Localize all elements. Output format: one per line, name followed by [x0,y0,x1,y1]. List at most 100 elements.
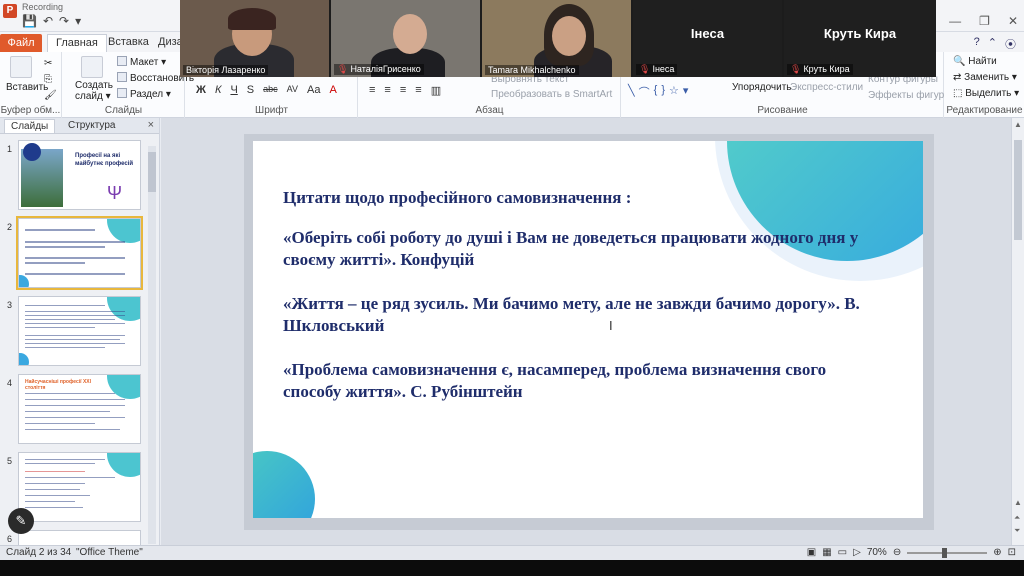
paste-button[interactable]: Вставить [6,82,48,93]
video-tile-1[interactable]: Вікторія Лазаренко [180,0,329,77]
slide-sorter-icon[interactable]: ▦ [822,547,831,558]
collapse-ribbon-icon[interactable]: ⌃ [988,36,997,52]
zoom-level[interactable]: 70% [867,547,887,558]
video-tile-2[interactable]: 🎙 НаталіяГрисенко [331,0,480,77]
align-left-icon[interactable]: ≡ [369,84,375,97]
main-vertical-scrollbar[interactable]: ▲ ▲ ⏶ ⏷ [1011,118,1024,545]
slide-thumbnail-4[interactable]: Найсучасніші професії XXI століття [18,374,141,444]
replace-button[interactable]: ⇄ Заменить ▾ [953,72,1017,83]
previous-slide-icon[interactable]: ⏶ [1014,513,1020,523]
slides-panel: Слайды Структура × 1 Професії на які май… [0,118,160,545]
select-button[interactable]: ⬚ Выделить ▾ [953,88,1019,99]
font-color-button[interactable]: A [329,84,336,96]
select-icon: ⬚ [953,88,963,99]
zoom-in-icon[interactable]: ⊕ [993,547,1001,558]
thumbnail-text-line [25,429,120,430]
font-format-row: Ж К Ч S abc AV Aa A [196,84,337,96]
tab-file[interactable]: Файл [0,34,42,52]
tab-insert[interactable]: Вставка [108,36,149,48]
brace-left-icon[interactable]: { [654,84,658,100]
copy-icon[interactable]: ⎘ [44,74,52,85]
thumbnail-text-line [25,399,125,400]
shape-effects-button[interactable]: Эффекты фигур [868,90,944,101]
columns-icon[interactable]: ▥ [431,84,441,97]
paste-icon[interactable] [10,56,32,78]
slide-text-box[interactable]: Цитати щодо професійного самовизначення … [283,187,883,425]
slides-panel-scrollbar[interactable] [148,146,156,544]
scroll-up-icon[interactable]: ▲ [1014,120,1022,129]
arc-shape-icon[interactable]: ⌒ [639,84,650,100]
slide-thumbnail-3[interactable] [18,296,141,366]
slide-thumbnail-5[interactable] [18,452,141,522]
muted-mic-icon: 🎙 [337,64,349,74]
scrollbar-thumb[interactable] [148,152,156,192]
minimize-button[interactable]: — [949,14,961,28]
underline-button[interactable]: Ч [230,84,237,96]
fit-to-window-icon[interactable]: ⊡ [1008,547,1016,558]
scroll-up-icon[interactable]: ▲ [1014,498,1022,507]
thumbnail-logo [23,143,41,161]
quick-styles-button[interactable]: Экспресс-стили [790,82,863,93]
thumbnail-text-line [25,405,125,406]
char-spacing-button[interactable]: AV [287,84,298,96]
redo-icon[interactable]: ↷ [59,14,69,28]
help-icon[interactable]: ? [974,36,980,52]
shapes-more-icon[interactable]: ▾ [683,84,689,100]
next-slide-icon[interactable]: ⏷ [1014,526,1020,536]
layout-button[interactable]: Макет ▾ [117,56,166,68]
zoom-slider-knob[interactable] [942,547,948,558]
convert-smartart-button[interactable]: Преобразовать в SmartArt [491,89,612,100]
cut-icon[interactable]: ✂ [44,58,52,69]
line-shape-icon[interactable]: ╲ [628,84,635,100]
group-label-paragraph: Абзац [475,105,504,116]
bold-button[interactable]: Ж [196,84,206,96]
group-editing: 🔍 Найти ⇄ Заменить ▾ ⬚ Выделить ▾ Редакт… [945,52,1024,118]
strikethrough-button[interactable]: abc [263,84,278,96]
arrange-button[interactable]: Упорядочить [732,82,792,93]
screen-bottom-edge [0,560,1024,576]
video-tile-3[interactable]: Tamara Mikhalchenko [482,0,631,77]
new-slide-icon[interactable] [81,56,103,78]
close-button[interactable]: ✕ [1008,14,1018,28]
italic-button[interactable]: К [215,84,221,96]
brace-right-icon[interactable]: } [661,84,665,100]
participant-center-label: Круть Кира [823,26,897,41]
shadow-button[interactable]: S [247,84,254,96]
align-right-icon[interactable]: ≡ [400,84,406,97]
normal-view-icon[interactable]: ▣ [807,547,816,558]
scrollbar-thumb[interactable] [1014,140,1022,240]
justify-icon[interactable]: ≡ [415,84,421,97]
annotate-pen-icon[interactable]: ✎ [8,508,34,534]
tab-slides[interactable]: Слайды [4,119,56,133]
thumbnail-title-1: Професії на які [75,153,121,159]
zoom-out-icon[interactable]: ⊖ [893,547,901,558]
save-icon[interactable]: 💾 [22,14,37,28]
undo-icon[interactable]: ↶ [43,14,53,28]
find-button[interactable]: 🔍 Найти [953,56,997,67]
slide-thumbnail-2[interactable] [16,216,143,290]
slide-thumbnail-1[interactable]: Професії на які майбутнє професій Ψ [18,140,141,210]
video-tile-5[interactable]: Круть Кира 🎙 Круть Кира [784,0,936,77]
customize-qat-icon[interactable]: ▾ [75,14,81,28]
thumbnail-text-line [25,339,120,340]
slide-thumbnail-6[interactable] [18,530,141,545]
reading-view-icon[interactable]: ▭ [838,547,847,558]
video-tile-4[interactable]: Інеса 🎙 Інеса [633,0,782,77]
tab-outline[interactable]: Структура [62,119,121,132]
section-button[interactable]: Раздел ▾ [117,88,171,100]
tab-home[interactable]: Главная [47,34,107,52]
change-case-button[interactable]: Aa [307,84,320,96]
close-panel-icon[interactable]: × [148,119,154,131]
current-slide[interactable]: Цитати щодо професійного самовизначення … [253,141,923,518]
slide-number: 4 [7,378,13,388]
zoom-slider[interactable] [907,547,988,558]
shapes-gallery[interactable]: ╲ ⌒ { } ☆ ▾ [628,84,688,100]
account-icon[interactable]: ⦿ [1005,36,1016,52]
star-shape-icon[interactable]: ☆ [669,84,679,100]
new-slide-button[interactable]: Создать слайд ▾ [75,80,115,102]
align-center-icon[interactable]: ≡ [384,84,390,97]
restore-button[interactable]: ❐ [979,14,990,28]
participant-face [393,14,427,54]
format-painter-icon[interactable]: 🖌 [44,90,57,101]
slideshow-icon[interactable]: ▷ [853,547,861,558]
